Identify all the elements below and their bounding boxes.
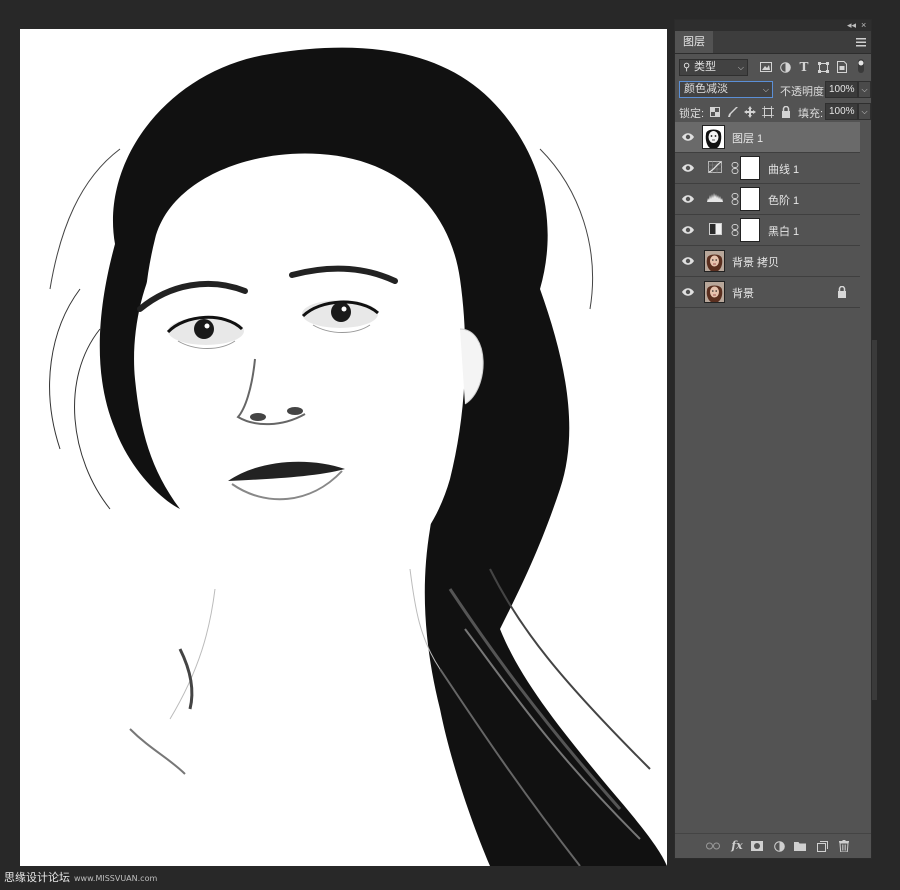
chevron-down-icon: ⌵ (762, 85, 769, 94)
blend-row: 颜色减淡 ⌵ 不透明度: 100% ⌵ (675, 81, 871, 98)
watermark: 思缘设计论坛 www.MISSVUAN.com (4, 869, 157, 885)
eye-icon[interactable] (681, 193, 695, 205)
search-icon: ⚲ (683, 62, 691, 73)
filter-toggle-icon[interactable] (857, 59, 865, 75)
opacity-label: 不透明度: (780, 86, 828, 98)
lock-transparent-pixels-icon[interactable] (707, 104, 723, 120)
eye-icon[interactable] (681, 255, 695, 267)
watermark-text: 思缘设计论坛 (4, 871, 70, 884)
layer-name: 图层 1 (732, 133, 764, 145)
panel-menu-icon[interactable] (856, 35, 866, 49)
panel-tab-bar: 图层 (675, 31, 871, 54)
layer-row[interactable]: 图层 1 (675, 122, 860, 153)
chevron-down-icon: ⌵ (737, 63, 744, 72)
close-panel-icon[interactable]: × (861, 20, 866, 31)
curves-icon (707, 161, 723, 175)
blend-mode-dropdown[interactable]: 颜色减淡 ⌵ (679, 81, 773, 98)
layer-name: 曲线 1 (768, 164, 800, 176)
layer-row[interactable]: 背景 拷贝 (675, 246, 860, 277)
layer-row[interactable]: 色阶 1 (675, 184, 860, 215)
delete-icon[interactable] (836, 838, 852, 854)
layer-name: 背景 (732, 288, 754, 300)
layers-panel: ◂◂ × 图层 ⚲ 类型 ⌵ T 颜色减淡 ⌵ 不透明度: 100% ⌵ 锁定:… (674, 19, 872, 859)
lock-label: 锁定: (679, 108, 705, 120)
filter-kind-value: 类型 (694, 61, 716, 73)
filter-kind-dropdown[interactable]: ⚲ 类型 ⌵ (679, 59, 748, 76)
shape-filter-icon[interactable] (815, 59, 831, 75)
lock-icon[interactable] (837, 285, 847, 298)
opacity-input[interactable]: 100% (825, 81, 858, 98)
new-adjustment-icon[interactable] (771, 838, 787, 854)
eye-icon[interactable] (681, 286, 695, 298)
eye-icon[interactable] (681, 162, 695, 174)
layer-name: 色阶 1 (768, 195, 800, 207)
collapse-panel-icon[interactable]: ◂◂ (847, 20, 856, 31)
blend-mode-value: 颜色减淡 (684, 83, 728, 95)
layer-thumbnail (702, 125, 725, 149)
lock-image-pixels-icon[interactable] (725, 104, 741, 120)
add-mask-icon[interactable] (749, 838, 765, 854)
opacity-dropdown-button[interactable]: ⌵ (858, 81, 871, 98)
layer-mask-thumbnail[interactable] (740, 156, 760, 180)
link-layers-icon[interactable] (705, 838, 721, 854)
image-filter-icon[interactable] (758, 59, 774, 75)
type-filter-icon[interactable]: T (796, 59, 812, 75)
eye-icon[interactable] (681, 131, 695, 143)
layer-name: 背景 拷贝 (732, 257, 780, 269)
workspace-scrollbar[interactable] (872, 340, 877, 700)
fill-input[interactable]: 100% (825, 103, 858, 120)
new-group-icon[interactable] (792, 838, 808, 854)
black-white-icon (707, 223, 723, 237)
layers-bottom-toolbar: fx (675, 833, 871, 858)
smart-object-filter-icon[interactable] (834, 59, 850, 75)
portrait-image (49, 47, 667, 866)
layer-row[interactable]: 背景 (675, 277, 860, 308)
layer-row[interactable]: 黑白 1 (675, 215, 860, 246)
levels-icon (707, 192, 723, 206)
layer-row[interactable]: 曲线 1 (675, 153, 860, 184)
lock-position-icon[interactable] (742, 104, 758, 120)
eye-icon[interactable] (681, 224, 695, 236)
mask-link-icon[interactable] (731, 162, 739, 174)
layer-name: 黑白 1 (768, 226, 800, 238)
layer-thumbnail (704, 250, 725, 272)
watermark-url: www.MISSVUAN.com (74, 874, 158, 883)
fill-dropdown-button[interactable]: ⌵ (858, 103, 871, 120)
mask-link-icon[interactable] (731, 193, 739, 205)
lock-all-icon[interactable] (778, 104, 794, 120)
fill-label: 填充: (798, 108, 824, 120)
fx-icon[interactable]: fx (729, 838, 745, 854)
document-canvas[interactable] (20, 29, 667, 866)
layer-thumbnail (704, 281, 725, 303)
lock-row: 锁定: 填充: 100% ⌵ (675, 103, 871, 120)
panel-title-bar: ◂◂ × (675, 20, 871, 31)
tab-layers[interactable]: 图层 (675, 31, 713, 53)
layer-mask-thumbnail[interactable] (740, 187, 760, 211)
layer-mask-thumbnail[interactable] (740, 218, 760, 242)
mask-link-icon[interactable] (731, 224, 739, 236)
adjustment-filter-icon[interactable] (777, 59, 793, 75)
filter-row: ⚲ 类型 ⌵ T (675, 59, 871, 76)
new-layer-icon[interactable] (814, 838, 830, 854)
lock-artboard-icon[interactable] (760, 104, 776, 120)
